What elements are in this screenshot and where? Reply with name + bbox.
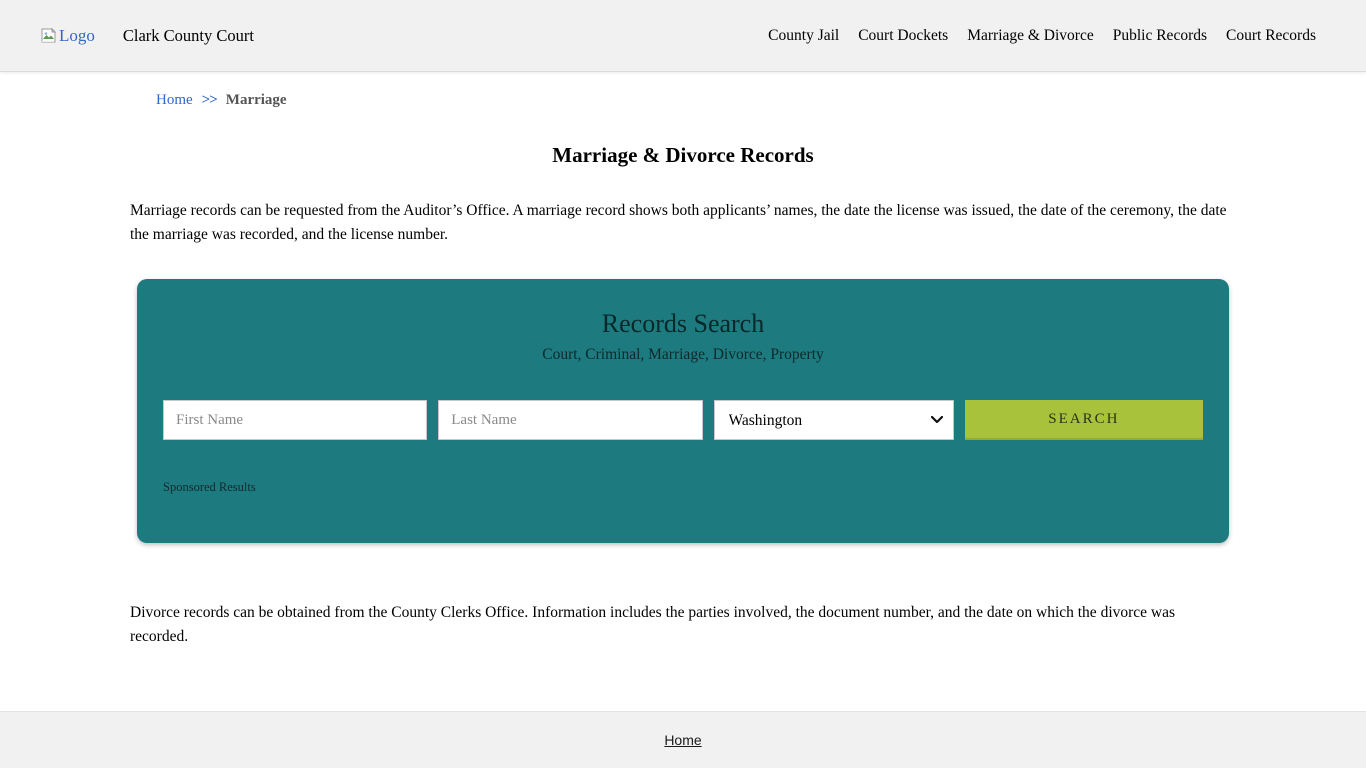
nav-court-records[interactable]: Court Records: [1226, 27, 1316, 45]
breadcrumb: Home >> Marriage: [130, 72, 1236, 109]
outro-paragraph: Divorce records can be obtained from the…: [130, 601, 1236, 649]
search-button[interactable]: SEARCH: [965, 400, 1203, 440]
breadcrumb-separator: >>: [202, 92, 217, 109]
last-name-input[interactable]: [438, 400, 702, 440]
main-content: Home >> Marriage Marriage & Divorce Reco…: [130, 72, 1236, 649]
state-select[interactable]: Washington: [715, 401, 953, 439]
nav-county-jail[interactable]: County Jail: [768, 27, 839, 45]
footer-home-link[interactable]: Home: [664, 732, 701, 748]
first-name-input[interactable]: [163, 400, 427, 440]
breadcrumb-current: Marriage: [226, 92, 287, 109]
panel-subtitle: Court, Criminal, Marriage, Divorce, Prop…: [163, 346, 1203, 364]
panel-title: Records Search: [163, 309, 1203, 339]
state-select-wrap: Washington: [714, 400, 954, 440]
nav-public-records[interactable]: Public Records: [1113, 27, 1207, 45]
breadcrumb-home-link[interactable]: Home: [156, 92, 193, 109]
search-form: Washington SEARCH: [163, 400, 1203, 440]
header: Logo Clark County Court County Jail Cour…: [0, 0, 1366, 72]
main-nav: County Jail Court Dockets Marriage & Div…: [768, 27, 1316, 45]
sponsored-results-label: Sponsored Results: [163, 480, 1203, 495]
footer: Home: [0, 711, 1366, 768]
records-search-panel: Records Search Court, Criminal, Marriage…: [137, 279, 1229, 543]
site-title: Clark County Court: [123, 26, 254, 46]
page-title: Marriage & Divorce Records: [130, 143, 1236, 168]
intro-paragraph: Marriage records can be requested from t…: [130, 199, 1236, 247]
logo-link[interactable]: Logo: [40, 26, 95, 46]
nav-marriage-divorce[interactable]: Marriage & Divorce: [967, 27, 1094, 45]
nav-court-dockets[interactable]: Court Dockets: [858, 27, 948, 45]
logo-alt-text: Logo: [59, 26, 95, 46]
broken-image-icon: [40, 27, 57, 44]
